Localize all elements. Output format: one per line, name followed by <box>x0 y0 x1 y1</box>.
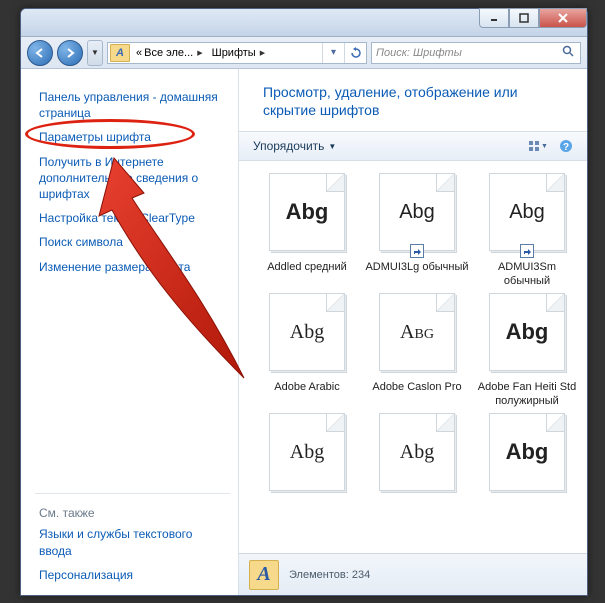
font-sample: Abg <box>506 319 549 345</box>
arrow-left-icon <box>34 47 46 59</box>
breadcrumb-current[interactable]: Шрифты ▶ <box>208 47 271 59</box>
font-preview-icon: Abg <box>269 173 345 251</box>
maximize-button[interactable] <box>509 8 539 28</box>
font-sample: Abg <box>399 201 435 224</box>
sidebar: Панель управления - домашняя страница Па… <box>21 69 239 595</box>
refresh-icon <box>350 47 362 59</box>
font-item[interactable]: Abg <box>365 413 469 529</box>
font-sample: Abg <box>400 441 434 464</box>
status-text: Элементов: 234 <box>289 569 370 581</box>
chevron-right-icon: ▶ <box>197 49 202 57</box>
font-item[interactable]: Abg ADMUI3Lg обычный <box>365 173 469 289</box>
search-placeholder: Поиск: Шрифты <box>376 47 462 59</box>
status-count: 234 <box>352 569 370 581</box>
navbar: ▼ « Все эле... ▶ Шрифты ▶ ▾ Поиск: Шрифт… <box>21 37 587 69</box>
font-label: Adobe Caslon Pro <box>372 381 461 409</box>
font-item[interactable]: Abg Adobe Caslon Pro <box>365 293 469 409</box>
font-preview-icon: Abg <box>379 413 455 491</box>
sidebar-link-find-character[interactable]: Поиск символа <box>39 230 226 254</box>
maximize-icon <box>519 13 529 23</box>
forward-button[interactable] <box>57 40 83 66</box>
sidebar-link-font-settings[interactable]: Параметры шрифта <box>39 125 226 149</box>
address-bar[interactable]: « Все эле... ▶ Шрифты ▶ ▾ <box>107 42 367 64</box>
sidebar-link-text-size[interactable]: Изменение размера текста <box>39 255 226 279</box>
breadcrumb-root-label: Все эле... <box>144 47 193 59</box>
font-label: Adobe Arabic <box>274 381 339 409</box>
font-item[interactable]: Abg Addled средний <box>255 173 359 289</box>
font-item[interactable]: Abg Adobe Arabic <box>255 293 359 409</box>
font-label: Adobe Fan Heiti Std полужирный <box>475 381 579 409</box>
font-item[interactable]: Abg <box>255 413 359 529</box>
breadcrumb-prefix: « <box>136 47 142 59</box>
shortcut-overlay-icon <box>410 244 424 258</box>
sidebar-link-cleartype[interactable]: Настройка текста ClearType <box>39 206 226 230</box>
fonts-folder-icon <box>110 44 130 62</box>
minimize-button[interactable] <box>479 8 509 28</box>
statusbar: Элементов: 234 <box>239 553 587 595</box>
help-icon: ? <box>559 139 573 153</box>
breadcrumb-current-label: Шрифты <box>212 47 256 59</box>
font-preview-icon: Abg <box>379 293 455 371</box>
font-item[interactable]: Abg ADMUI3Sm обычный <box>475 173 579 289</box>
close-button[interactable] <box>539 8 587 28</box>
address-dropdown[interactable]: ▾ <box>322 43 344 63</box>
toolbar: Упорядочить ▼ ▼ ? <box>239 131 587 161</box>
font-preview-icon: Abg <box>269 413 345 491</box>
fonts-folder-icon <box>249 560 279 590</box>
font-sample: Abg <box>290 321 324 344</box>
font-label: Addled средний <box>267 261 347 289</box>
window-body: Панель управления - домашняя страница Па… <box>21 69 587 595</box>
font-preview-icon: Abg <box>489 293 565 371</box>
font-label: ADMUI3Lg обычный <box>365 261 468 289</box>
arrow-right-icon <box>64 47 76 59</box>
svg-text:?: ? <box>563 142 569 153</box>
font-label: ADMUI3Sm обычный <box>475 261 579 289</box>
help-button[interactable]: ? <box>555 136 577 156</box>
font-item[interactable]: Abg Adobe Fan Heiti Std полужирный <box>475 293 579 409</box>
titlebar <box>21 9 587 37</box>
font-sample: Abg <box>290 441 324 464</box>
refresh-button[interactable] <box>344 43 366 63</box>
font-preview-icon: Abg <box>489 413 565 491</box>
font-sample: Abg <box>509 201 545 224</box>
sidebar-link-text-services[interactable]: Языки и службы текстового ввода <box>39 522 226 562</box>
font-preview-icon: Abg <box>379 173 455 251</box>
font-preview-icon: Abg <box>269 293 345 371</box>
page-title: Просмотр, удаление, отображение или скры… <box>239 69 587 131</box>
font-sample: Abg <box>286 199 329 225</box>
status-label: Элементов: <box>289 569 349 581</box>
search-icon <box>562 45 576 60</box>
minimize-icon <box>489 13 499 23</box>
close-icon <box>557 12 569 24</box>
back-button[interactable] <box>27 40 53 66</box>
sidebar-link-control-panel-home[interactable]: Панель управления - домашняя страница <box>39 85 226 125</box>
font-preview-icon: Abg <box>489 173 565 251</box>
breadcrumb-root[interactable]: « Все эле... ▶ <box>132 47 208 59</box>
explorer-window: ▼ « Все эле... ▶ Шрифты ▶ ▾ Поиск: Шрифт… <box>20 8 588 596</box>
font-sample: Abg <box>400 321 434 344</box>
search-box[interactable]: Поиск: Шрифты <box>371 42 581 64</box>
chevron-right-icon: ▶ <box>260 49 265 57</box>
sidebar-link-label: Параметры шрифта <box>39 130 151 144</box>
organize-label: Упорядочить <box>253 139 324 153</box>
view-icon <box>528 140 540 152</box>
history-dropdown[interactable]: ▼ <box>87 40 103 66</box>
view-options-button[interactable]: ▼ <box>527 136 549 156</box>
shortcut-overlay-icon <box>520 244 534 258</box>
chevron-down-icon: ▼ <box>541 143 548 150</box>
see-also-heading: См. также <box>39 502 226 522</box>
font-list: AbgAddled среднийAbgADMUI3Lg обычныйAbgA… <box>239 161 587 553</box>
font-item[interactable]: Abg <box>475 413 579 529</box>
main-panel: Просмотр, удаление, отображение или скры… <box>239 69 587 595</box>
organize-button[interactable]: Упорядочить ▼ <box>249 137 340 155</box>
sidebar-link-personalization[interactable]: Персонализация <box>39 563 226 587</box>
chevron-down-icon: ▼ <box>328 142 336 151</box>
sidebar-link-get-fonts-online[interactable]: Получить в Интернете дополнительные свед… <box>39 150 226 207</box>
font-sample: Abg <box>506 439 549 465</box>
